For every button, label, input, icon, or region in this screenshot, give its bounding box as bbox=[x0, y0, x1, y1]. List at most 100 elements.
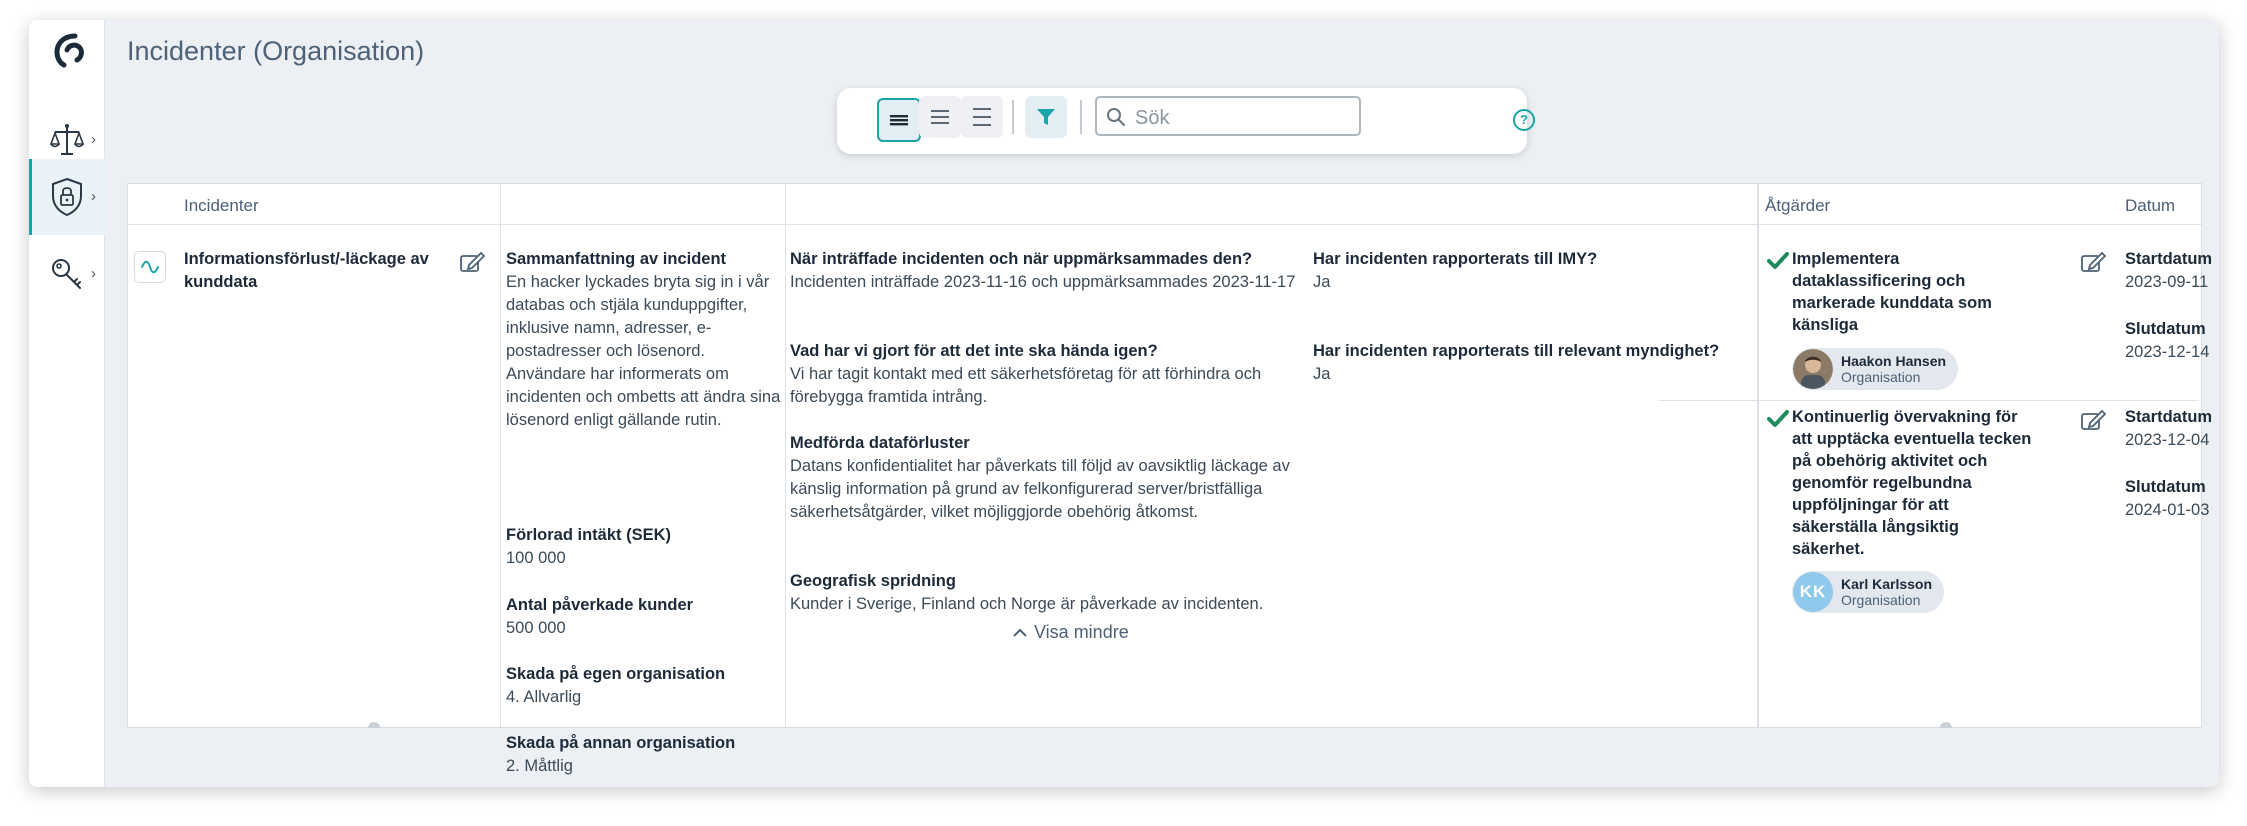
end-date-label: Slutdatum bbox=[2125, 320, 2206, 338]
incident-type-icon[interactable] bbox=[134, 251, 166, 283]
assignee-chip[interactable]: Haakon Hansen Organisation bbox=[1792, 348, 1959, 390]
toolbar-divider bbox=[1012, 100, 1014, 134]
app-window: › › › Incidenter (Organisation) Sök ? In… bbox=[29, 20, 2219, 787]
lost-income-block: Förlorad intäkt (SEK) 100 000 bbox=[506, 524, 781, 570]
summary-block: Sammanfattning av incident En hacker lyc… bbox=[506, 248, 781, 432]
search-field bbox=[1095, 96, 1361, 136]
when-label: När inträffade incidenten och när uppmär… bbox=[790, 250, 1253, 268]
edit-icon[interactable] bbox=[459, 250, 485, 274]
search-icon bbox=[1107, 108, 1125, 126]
damage-own-block: Skada på egen organisation 4. Allvarlig bbox=[506, 663, 781, 709]
avatar-initials: KK bbox=[1793, 572, 1833, 612]
resize-handle[interactable] bbox=[1940, 722, 1952, 728]
lost-income-label: Förlorad intäkt (SEK) bbox=[506, 526, 672, 544]
show-less-label: Visa mindre bbox=[1034, 622, 1129, 642]
authority-value: Ja bbox=[1313, 365, 1331, 383]
header-date[interactable]: Datum bbox=[2125, 196, 2175, 216]
toolbar-divider bbox=[1080, 100, 1082, 134]
summary-value: En hacker lyckades bryta sig in i vår da… bbox=[506, 273, 781, 429]
authority-block: Har incidenten rapporterats till relevan… bbox=[1313, 340, 1753, 386]
column-divider bbox=[785, 184, 786, 727]
affected-customers-value: 500 000 bbox=[506, 619, 566, 637]
imy-value: Ja bbox=[1313, 273, 1331, 291]
dataloss-block: Medförda dataförluster Datans konfidenti… bbox=[790, 432, 1305, 524]
prevent-label: Vad har vi gjort för att det inte ska hä… bbox=[790, 342, 1158, 360]
imy-label: Har incidenten rapporterats till IMY? bbox=[1313, 250, 1598, 268]
end-date-label: Slutdatum bbox=[2125, 478, 2206, 496]
incident-name[interactable]: Informationsförlust/-läckage av kunddata bbox=[184, 248, 454, 294]
chevron-right-icon: › bbox=[91, 188, 96, 205]
when-block: När inträffade incidenten och när uppmär… bbox=[790, 248, 1305, 294]
view-spacious-button[interactable] bbox=[961, 96, 1003, 138]
scales-icon bbox=[49, 124, 85, 155]
rail-item-access[interactable]: › bbox=[29, 236, 104, 312]
affected-customers-label: Antal påverkade kunder bbox=[506, 596, 694, 614]
start-date-label: Startdatum bbox=[2125, 250, 2213, 268]
damage-own-label: Skada på egen organisation bbox=[506, 665, 726, 683]
shield-lock-icon bbox=[52, 177, 82, 217]
damage-own-value: 4. Allvarlig bbox=[506, 688, 582, 706]
check-icon bbox=[1767, 410, 1789, 427]
action-title[interactable]: Implementera dataklassificering och mark… bbox=[1792, 248, 2032, 336]
dataloss-value: Datans konfidentialitet har påverkats ti… bbox=[790, 457, 1290, 521]
action-title[interactable]: Kontinuerlig övervakning för att upptäck… bbox=[1792, 406, 2032, 560]
column-divider bbox=[1757, 184, 1759, 727]
app-logo[interactable] bbox=[49, 30, 89, 74]
check-icon bbox=[1767, 252, 1789, 269]
prevent-block: Vad har vi gjort för att det inte ska hä… bbox=[790, 340, 1305, 409]
start-date-value: 2023-12-04 bbox=[2125, 431, 2210, 449]
geo-label: Geografisk spridning bbox=[790, 572, 956, 590]
assignee-name: Haakon Hansen bbox=[1841, 353, 1947, 369]
dataloss-label: Medförda dataförluster bbox=[790, 434, 970, 452]
assignee-chip[interactable]: KK Karl Karlsson Organisation bbox=[1792, 571, 1945, 613]
normal-list-icon bbox=[931, 110, 949, 124]
imy-block: Har incidenten rapporterats till IMY? Ja bbox=[1313, 248, 1753, 294]
when-value: Incidenten inträffade 2023-11-16 och upp… bbox=[790, 273, 1296, 291]
search-input[interactable] bbox=[1133, 104, 1347, 132]
page-title: Incidenter (Organisation) bbox=[127, 36, 425, 66]
damage-other-block: Skada på annan organisation 2. Måttlig bbox=[506, 732, 781, 778]
rail-item-security[interactable]: › bbox=[29, 159, 107, 235]
date-block: Startdatum 2023-09-11 Slutdatum 2023-12-… bbox=[2125, 248, 2219, 364]
assignee-name: Karl Karlsson bbox=[1841, 576, 1933, 592]
view-toolbar: ? bbox=[837, 88, 1535, 154]
help-icon[interactable]: ? bbox=[1513, 109, 1535, 131]
date-block: Startdatum 2023-12-04 Slutdatum 2024-01-… bbox=[2125, 406, 2219, 522]
filter-icon bbox=[1037, 109, 1055, 125]
view-normal-button[interactable] bbox=[919, 96, 961, 138]
action-row-divider bbox=[1659, 400, 2199, 401]
edit-icon[interactable] bbox=[2080, 250, 2106, 274]
header-actions[interactable]: Åtgärder bbox=[1765, 196, 1830, 216]
chevron-right-icon: › bbox=[91, 265, 96, 282]
geo-value: Kunder i Sverige, Finland och Norge är p… bbox=[790, 595, 1264, 613]
affected-customers-block: Antal påverkade kunder 500 000 bbox=[506, 594, 781, 640]
header-divider bbox=[128, 224, 2201, 225]
header-incidents[interactable]: Incidenter bbox=[184, 196, 259, 216]
side-rail: › › › bbox=[29, 20, 107, 787]
assignee-org: Organisation bbox=[1841, 592, 1921, 608]
lost-income-value: 100 000 bbox=[506, 549, 566, 567]
compact-list-icon bbox=[890, 115, 908, 126]
authority-label: Har incidenten rapporterats till relevan… bbox=[1313, 342, 1720, 360]
damage-other-label: Skada på annan organisation bbox=[506, 734, 736, 752]
incident-table: Incidenter Åtgärder Datum Informationsfö… bbox=[127, 183, 2212, 775]
chevron-right-icon: › bbox=[91, 131, 96, 148]
avatar bbox=[1793, 349, 1833, 389]
show-less-button[interactable]: Visa mindre bbox=[1012, 622, 1129, 643]
view-compact-button[interactable] bbox=[877, 98, 921, 142]
summary-label: Sammanfattning av incident bbox=[506, 250, 727, 268]
edit-icon[interactable] bbox=[2080, 408, 2106, 432]
start-date-value: 2023-09-11 bbox=[2125, 273, 2209, 291]
end-date-value: 2023-12-14 bbox=[2125, 343, 2210, 361]
end-date-value: 2024-01-03 bbox=[2125, 501, 2210, 519]
prevent-value: Vi har tagit kontakt med ett säkerhetsfö… bbox=[790, 365, 1262, 406]
key-icon bbox=[52, 259, 81, 289]
start-date-label: Startdatum bbox=[2125, 408, 2213, 426]
spacious-list-icon bbox=[973, 108, 991, 126]
filter-button[interactable] bbox=[1025, 96, 1067, 138]
assignee-org: Organisation bbox=[1841, 369, 1921, 385]
chevron-up-icon bbox=[1013, 628, 1027, 637]
geo-block: Geografisk spridning Kunder i Sverige, F… bbox=[790, 570, 1305, 616]
resize-handle[interactable] bbox=[368, 722, 380, 728]
column-divider bbox=[500, 184, 501, 727]
